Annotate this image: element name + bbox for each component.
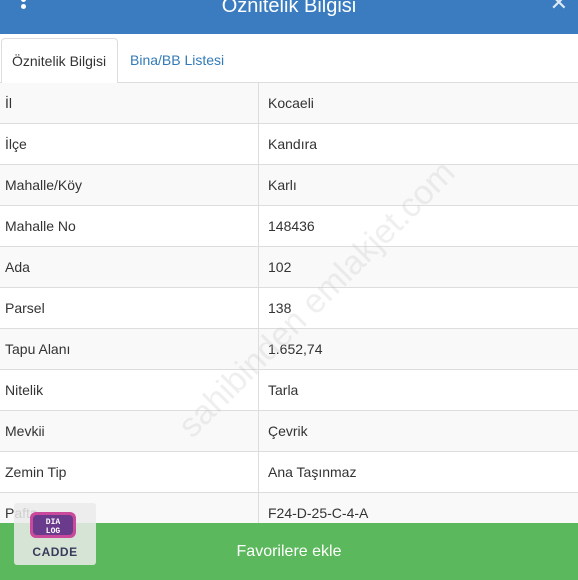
table-row: Tapu Alanı 1.652,74 [0,329,578,370]
dialog-header: Öznitelik Bilgisi ✕ [0,0,578,34]
row-value: 138 [258,288,578,328]
tab-bar: Öznitelik Bilgisi Bina/BB Listesi [0,34,578,84]
close-icon[interactable]: ✕ [550,0,568,16]
table-row: Zemin Tip Ana Taşınmaz [0,452,578,493]
row-value: Ana Taşınmaz [258,452,578,492]
tab-building-list[interactable]: Bina/BB Listesi [120,38,234,82]
row-label: İl [5,95,12,111]
row-label: Mahalle No [5,218,76,234]
row-value: 102 [258,247,578,287]
row-label: Mevkii [5,423,45,439]
row-value: Tarla [258,370,578,410]
svg-text:LOG: LOG [46,527,61,536]
attribute-table: İl Kocaeli İlçe Kandıra Mahalle/Köy Karl… [0,83,578,534]
row-label: Tapu Alanı [5,341,71,357]
table-row: Mahalle/Köy Karlı [0,165,578,206]
row-label: Zemin Tip [5,464,67,480]
dialog-cadde-badge: DIA LOG CADDE [14,503,96,565]
table-row: Parsel 138 [0,288,578,329]
dialog-logo-icon: DIA LOG [30,512,76,538]
row-value: 148436 [258,206,578,246]
dialog-title: Öznitelik Bilgisi [221,0,357,17]
row-label: Parsel [5,300,45,316]
row-value: Kandıra [258,124,578,164]
table-row: Mevkii Çevrik [0,411,578,452]
row-label: Ada [5,259,30,275]
row-label: Nitelik [5,382,44,398]
row-value: Çevrik [258,411,578,451]
badge-label: CADDE [32,545,78,559]
table-row: İl Kocaeli [0,83,578,124]
row-label: Mahalle/Köy [5,177,83,193]
svg-text:DIA: DIA [46,518,61,527]
row-value: Karlı [258,165,578,205]
table-row: Nitelik Tarla [0,370,578,411]
table-row: Ada 102 [0,247,578,288]
row-value: 1.652,74 [258,329,578,369]
table-row: Mahalle No 148436 [0,206,578,247]
row-label: İlçe [5,136,27,152]
row-value: Kocaeli [258,83,578,123]
table-row: İlçe Kandıra [0,124,578,165]
tab-attribute-info[interactable]: Öznitelik Bilgisi [1,38,118,84]
